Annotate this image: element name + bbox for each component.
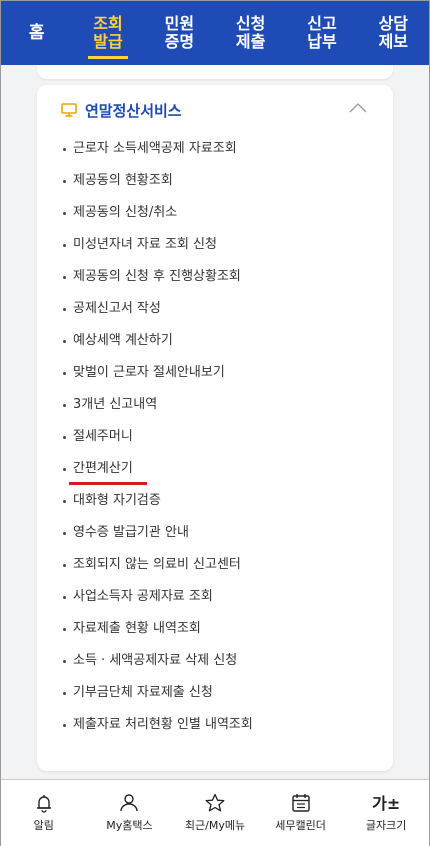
service-menu-item[interactable]: 절세주머니: [37, 421, 393, 453]
nav-apply-submit[interactable]: 신청 제출: [215, 1, 286, 65]
text-size-icon: 가±: [372, 793, 401, 813]
bullet-dot: [63, 692, 66, 695]
service-menu-item[interactable]: 제출자료 처리현황 인별 내역조회: [37, 709, 393, 741]
service-menu-item[interactable]: 기부금단체 자료제출 신청: [37, 677, 393, 709]
bullet-dot: [63, 340, 66, 343]
nav-label-line2: 납부: [307, 32, 337, 51]
nav-inquiry-issuance[interactable]: 조회 발급: [72, 1, 143, 65]
nav-label-line2: 발급: [93, 32, 123, 51]
service-menu-item[interactable]: 제공동의 신청/취소: [37, 197, 393, 229]
service-menu-list: 근로자 소득세액공제 자료조회제공동의 현황조회제공동의 신청/취소미성년자녀 …: [37, 133, 393, 741]
chevron-up-icon[interactable]: [349, 102, 367, 114]
service-menu-item-label: 제출자료 처리현황 인별 내역조회: [73, 717, 253, 732]
service-menu-item[interactable]: 조회되지 않는 의료비 신고센터: [37, 549, 393, 581]
service-menu-item[interactable]: 근로자 소득세액공제 자료조회: [37, 133, 393, 165]
top-navigation: 홈 조회 발급 민원 증명 신청 제출 신고 납부 상담 제보: [1, 1, 429, 65]
bullet-dot: [63, 180, 66, 183]
service-menu-item[interactable]: 제공동의 신청 후 진행상황조회: [37, 261, 393, 293]
bottom-alarm[interactable]: 알림: [1, 780, 87, 846]
service-menu-item-label: 제공동의 현황조회: [73, 173, 173, 188]
service-menu-item-label: 대화형 자기검증: [73, 493, 161, 508]
bottom-label: 세무캘린더: [275, 819, 326, 832]
service-menu-item-label: 미성년자녀 자료 조회 신청: [73, 237, 217, 252]
service-menu-item-label: 영수증 발급기관 안내: [73, 525, 189, 540]
bullet-dot: [63, 404, 66, 407]
nav-home[interactable]: 홈: [1, 1, 72, 65]
bottom-label: 최근/My메뉴: [184, 819, 246, 832]
bell-icon: [36, 795, 51, 813]
bullet-dot: [63, 308, 66, 311]
service-menu-item-label: 사업소득자 공제자료 조회: [73, 589, 213, 604]
service-menu-item[interactable]: 소득 · 세액공제자료 삭제 신청: [37, 645, 393, 677]
service-menu-item-label: 간편계산기: [73, 461, 133, 476]
service-menu-item-label: 자료제출 현황 내역조회: [73, 621, 201, 636]
bullet-dot: [63, 564, 66, 567]
bullet-dot: [63, 436, 66, 439]
service-menu-item-label: 예상세액 계산하기: [73, 333, 173, 348]
service-menu-item[interactable]: 영수증 발급기관 안내: [37, 517, 393, 549]
service-menu-item[interactable]: 사업소득자 공제자료 조회: [37, 581, 393, 613]
nav-label-line1: 신고: [307, 14, 337, 33]
bottom-tax-calendar[interactable]: 세무캘린더: [258, 780, 344, 846]
monitor-icon: [61, 103, 77, 117]
nav-label-line1: 조회: [93, 14, 123, 33]
bullet-dot: [63, 212, 66, 215]
service-menu-item-label: 조회되지 않는 의료비 신고센터: [73, 557, 241, 572]
nav-label-line1: 민원: [164, 14, 195, 33]
star-icon: [205, 793, 225, 812]
person-icon: [120, 794, 139, 812]
nav-label-line2: 제보: [378, 32, 409, 51]
nav-label-line2: 제출: [235, 32, 266, 51]
calendar-icon: [291, 794, 310, 812]
bottom-label: My홈택스: [106, 819, 153, 832]
section-header[interactable]: 연말정산서비스: [37, 85, 393, 133]
service-menu-item[interactable]: 제공동의 현황조회: [37, 165, 393, 197]
nav-label-line1: 신청: [235, 14, 266, 33]
bullet-dot: [63, 468, 66, 471]
nav-civil-certificate[interactable]: 민원 증명: [144, 1, 215, 65]
previous-card-edge: [37, 65, 393, 79]
bullet-dot: [63, 628, 66, 631]
service-menu-item[interactable]: 3개년 신고내역: [37, 389, 393, 421]
year-end-settlement-card: 연말정산서비스 근로자 소득세액공제 자료조회제공동의 현황조회제공동의 신청/…: [37, 85, 393, 771]
nav-consult-report[interactable]: 상담 제보: [358, 1, 429, 65]
bottom-my-hometax[interactable]: My홈택스: [87, 780, 173, 846]
service-menu-item[interactable]: 예상세액 계산하기: [37, 325, 393, 357]
nav-home-label: 홈: [28, 23, 45, 43]
nav-label-line2: 증명: [164, 32, 195, 51]
service-menu-item-label: 기부금단체 자료제출 신청: [73, 685, 213, 700]
section-title: 연말정산서비스: [85, 102, 182, 120]
bullet-dot: [63, 596, 66, 599]
service-menu-item-label: 근로자 소득세액공제 자료조회: [73, 141, 237, 156]
bottom-text-size[interactable]: 가± 글자크기: [343, 780, 429, 846]
service-menu-item[interactable]: 간편계산기: [37, 453, 393, 485]
nav-report-payment[interactable]: 신고 납부: [286, 1, 357, 65]
service-menu-item[interactable]: 미성년자녀 자료 조회 신청: [37, 229, 393, 261]
bullet-dot: [63, 724, 66, 727]
service-menu-item-label: 절세주머니: [73, 429, 133, 444]
service-menu-item[interactable]: 맞벌이 근로자 절세안내보기: [37, 357, 393, 389]
nav-label-line1: 상담: [378, 14, 409, 33]
bullet-dot: [63, 276, 66, 279]
bottom-label: 알림: [33, 819, 54, 832]
service-menu-item-label: 공제신고서 작성: [73, 301, 161, 316]
service-menu-item-label: 제공동의 신청/취소: [73, 205, 178, 220]
bullet-dot: [63, 500, 66, 503]
bullet-dot: [63, 372, 66, 375]
service-menu-item[interactable]: 대화형 자기검증: [37, 485, 393, 517]
service-menu-item[interactable]: 자료제출 현황 내역조회: [37, 613, 393, 645]
bottom-recent-my-menu[interactable]: 최근/My메뉴: [172, 780, 258, 846]
bottom-label: 글자크기: [365, 818, 407, 832]
bullet-dot: [63, 148, 66, 151]
bullet-dot: [63, 244, 66, 247]
service-menu-item-label: 맞벌이 근로자 절세안내보기: [73, 365, 225, 380]
service-menu-item-label: 소득 · 세액공제자료 삭제 신청: [73, 653, 238, 668]
service-menu-item-label: 제공동의 신청 후 진행상황조회: [73, 269, 241, 284]
bottom-toolbar: 알림 My홈택스 최근/My메뉴 세무캘린더 가± 글자크기: [1, 779, 429, 846]
service-menu-item[interactable]: 공제신고서 작성: [37, 293, 393, 325]
service-menu-item-label: 3개년 신고내역: [73, 397, 158, 412]
bullet-dot: [63, 660, 66, 663]
bullet-dot: [63, 532, 66, 535]
